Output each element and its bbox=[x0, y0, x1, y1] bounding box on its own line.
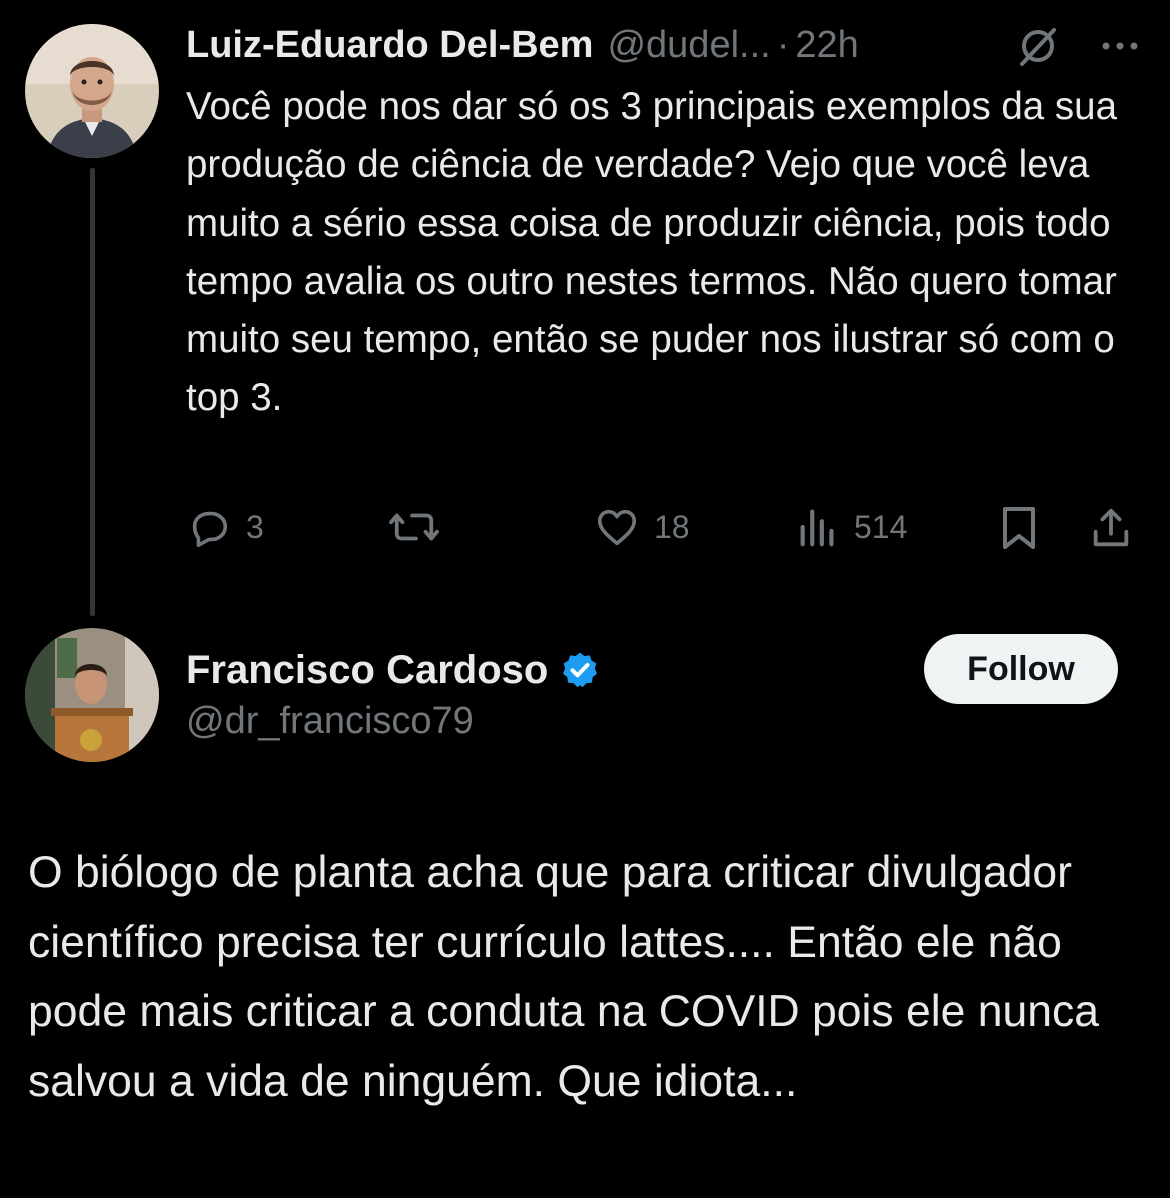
verified-badge-icon[interactable] bbox=[560, 650, 600, 690]
reply-button[interactable]: 3 bbox=[186, 504, 264, 550]
retweet-button[interactable] bbox=[386, 504, 442, 550]
author-handle[interactable]: @dr_francisco79 bbox=[186, 700, 474, 743]
main-tweet-text: O biólogo de planta acha que para critic… bbox=[28, 848, 1100, 1106]
bookmark-icon bbox=[1003, 507, 1035, 549]
views-icon bbox=[800, 509, 834, 547]
like-button[interactable]: 18 bbox=[594, 504, 690, 550]
follow-button[interactable]: Follow bbox=[924, 634, 1118, 704]
main-tweet-author: Francisco Cardoso bbox=[186, 643, 600, 697]
timestamp[interactable]: 22h bbox=[795, 24, 858, 67]
views-button[interactable]: 514 bbox=[796, 504, 907, 550]
avatar[interactable] bbox=[25, 24, 159, 158]
like-icon bbox=[597, 509, 637, 546]
author-name[interactable]: Luiz-Eduardo Del-Bem bbox=[186, 24, 593, 67]
retweet-icon bbox=[389, 513, 439, 541]
share-button[interactable] bbox=[1088, 504, 1134, 552]
share-icon bbox=[1093, 508, 1129, 547]
more-icon[interactable] bbox=[1096, 28, 1144, 64]
reply-tweet-header: Luiz-Eduardo Del-Bem @dudel... · 22h bbox=[186, 20, 1146, 70]
avatar[interactable] bbox=[25, 628, 159, 762]
reply-count: 3 bbox=[246, 508, 264, 545]
separator-dot: · bbox=[776, 23, 790, 66]
reply-icon bbox=[192, 511, 228, 548]
views-count: 514 bbox=[854, 508, 908, 545]
bookmark-button[interactable] bbox=[998, 504, 1040, 552]
thread-connector-line bbox=[90, 168, 95, 616]
author-name[interactable]: Francisco Cardoso bbox=[186, 648, 548, 693]
grok-icon[interactable] bbox=[1016, 24, 1060, 68]
reply-tweet-text: Você pode nos dar só os 3 principais exe… bbox=[186, 85, 1117, 420]
like-count: 18 bbox=[654, 508, 690, 545]
author-handle[interactable]: @dudel... bbox=[607, 24, 770, 67]
